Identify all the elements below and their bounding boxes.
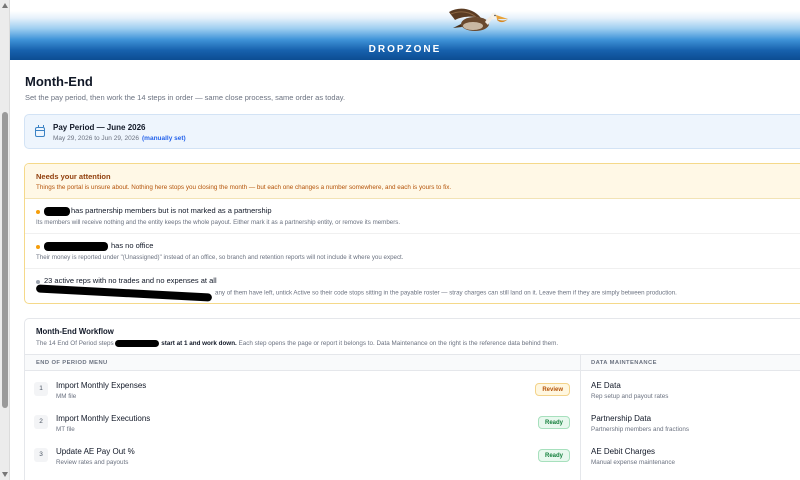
month-end-workflow-panel: Month-End Workflow The 14 End Of Period … [24, 318, 800, 480]
step-label: Import Monthly Executions [56, 414, 151, 423]
step-sublabel: MT file [56, 426, 75, 433]
attention-item-detail: any of them have left, untick Active so … [215, 289, 677, 297]
maintenance-label: AE Data [591, 381, 621, 390]
maintenance-sublabel: Partnership members and fractions [591, 426, 689, 433]
workflow-step-import-monthly-executions[interactable]: 2 Import Monthly Executions MT file Read… [25, 406, 580, 438]
scrollbar-thumb[interactable] [2, 112, 8, 408]
pay-period-range: May 29, 2026 to Jun 29, 2026 [53, 135, 140, 142]
status-badge: Review [535, 383, 570, 396]
manually-set-label: (manually set) [142, 135, 186, 142]
workflow-column-headers: END OF PERIOD MENU DATA MAINTENANCE [25, 354, 800, 371]
attention-item[interactable]: 23 active reps with no trades and no exp… [25, 269, 800, 303]
step-number: 2 [34, 415, 48, 429]
pelican-logo-icon [449, 8, 508, 31]
maintenance-sublabel: Manual expense maintenance [591, 459, 676, 466]
attention-item-headline: has no office [44, 241, 153, 251]
warning-dot-icon [36, 245, 40, 249]
main-content: Month-End Set the pay period, then work … [10, 60, 800, 480]
workflow-desc-prefix: The 14 End Of Period steps [36, 340, 114, 348]
attention-item-headline: 23 active reps with no trades and no exp… [44, 276, 217, 285]
attention-item-detail: Their money is reported under "(Unassign… [36, 254, 404, 261]
pay-period-card[interactable]: Pay Period — June 2026 May 29, 2026 to J… [24, 114, 800, 149]
redacted-text [35, 284, 213, 302]
step-sublabel: Review rates and payouts [56, 459, 129, 466]
redacted-name [44, 241, 108, 251]
maintenance-item-partnership-data[interactable]: Partnership Data Partnership members and… [591, 406, 800, 438]
step-number: 1 [34, 382, 48, 396]
attention-header: Needs your attention Things the portal i… [25, 164, 800, 199]
attention-title: Needs your attention [36, 172, 111, 181]
status-badge: Ready [537, 416, 570, 429]
step-label: Update AE Pay Out % [56, 447, 135, 456]
step-sublabel: MM file [56, 393, 77, 400]
workflow-desc-bold: start at 1 and work down. [161, 340, 237, 348]
attention-item-headline: has partnership members but is not marke… [44, 206, 272, 216]
step-number: 3 [34, 448, 48, 462]
maintenance-label: AE Debit Charges [591, 447, 656, 456]
workflow-title: Month-End Workflow [36, 327, 114, 336]
attention-item-text: has no office [111, 241, 154, 250]
page-subtitle: Set the pay period, then work the 14 ste… [25, 93, 346, 102]
attention-item[interactable]: has no office Their money is reported un… [25, 234, 800, 269]
workflow-desc-suffix: Each step opens the page or report it be… [238, 340, 559, 348]
attention-description: Things the portal is unsure about. Nothi… [36, 184, 452, 191]
redacted-text [115, 340, 160, 347]
attention-item[interactable]: has partnership members but is not marke… [25, 199, 800, 234]
scroll-down-arrow-icon[interactable] [2, 472, 8, 477]
redacted-name [44, 206, 70, 216]
maintenance-item-ae-debit-charges[interactable]: AE Debit Charges Manual expense maintena… [591, 439, 800, 471]
brand-name: DROPZONE [368, 44, 442, 55]
end-of-period-menu-header: END OF PERIOD MENU [36, 360, 108, 366]
step-label: Import Monthly Expenses [56, 381, 147, 390]
vertical-scrollbar[interactable] [0, 0, 10, 480]
workflow-step-import-monthly-expenses[interactable]: 1 Import Monthly Expenses MM file Review [25, 373, 580, 405]
warning-dot-icon [36, 210, 40, 214]
maintenance-sublabel: Rep setup and payout rates [591, 393, 669, 400]
pay-period-dates: May 29, 2026 to Jun 29, 2026 (manually se… [53, 135, 186, 142]
pay-period-title: Pay Period — June 2026 [53, 123, 146, 132]
workflow-step-update-ae-pay-out[interactable]: 3 Update AE Pay Out % Review rates and p… [25, 439, 580, 471]
scroll-up-arrow-icon[interactable] [2, 3, 8, 8]
column-divider [580, 354, 581, 480]
attention-panel: Needs your attention Things the portal i… [24, 163, 800, 304]
maintenance-label: Partnership Data [591, 414, 652, 423]
header-banner: DROPZONE [10, 0, 800, 60]
page-title: Month-End [25, 74, 93, 89]
attention-item-text: has partnership members but is not marke… [71, 206, 272, 215]
attention-item-detail-row: any of them have left, untick Active so … [35, 284, 677, 302]
workflow-description: The 14 End Of Period steps start at 1 an… [36, 340, 558, 347]
calendar-icon [35, 125, 45, 137]
info-dot-icon [36, 280, 40, 284]
data-maintenance-header: DATA MAINTENANCE [591, 360, 657, 366]
maintenance-item-ae-data[interactable]: AE Data Rep setup and payout rates [591, 373, 800, 405]
attention-item-detail: Its members will receive nothing and the… [36, 219, 401, 226]
status-badge: Ready [537, 449, 570, 462]
